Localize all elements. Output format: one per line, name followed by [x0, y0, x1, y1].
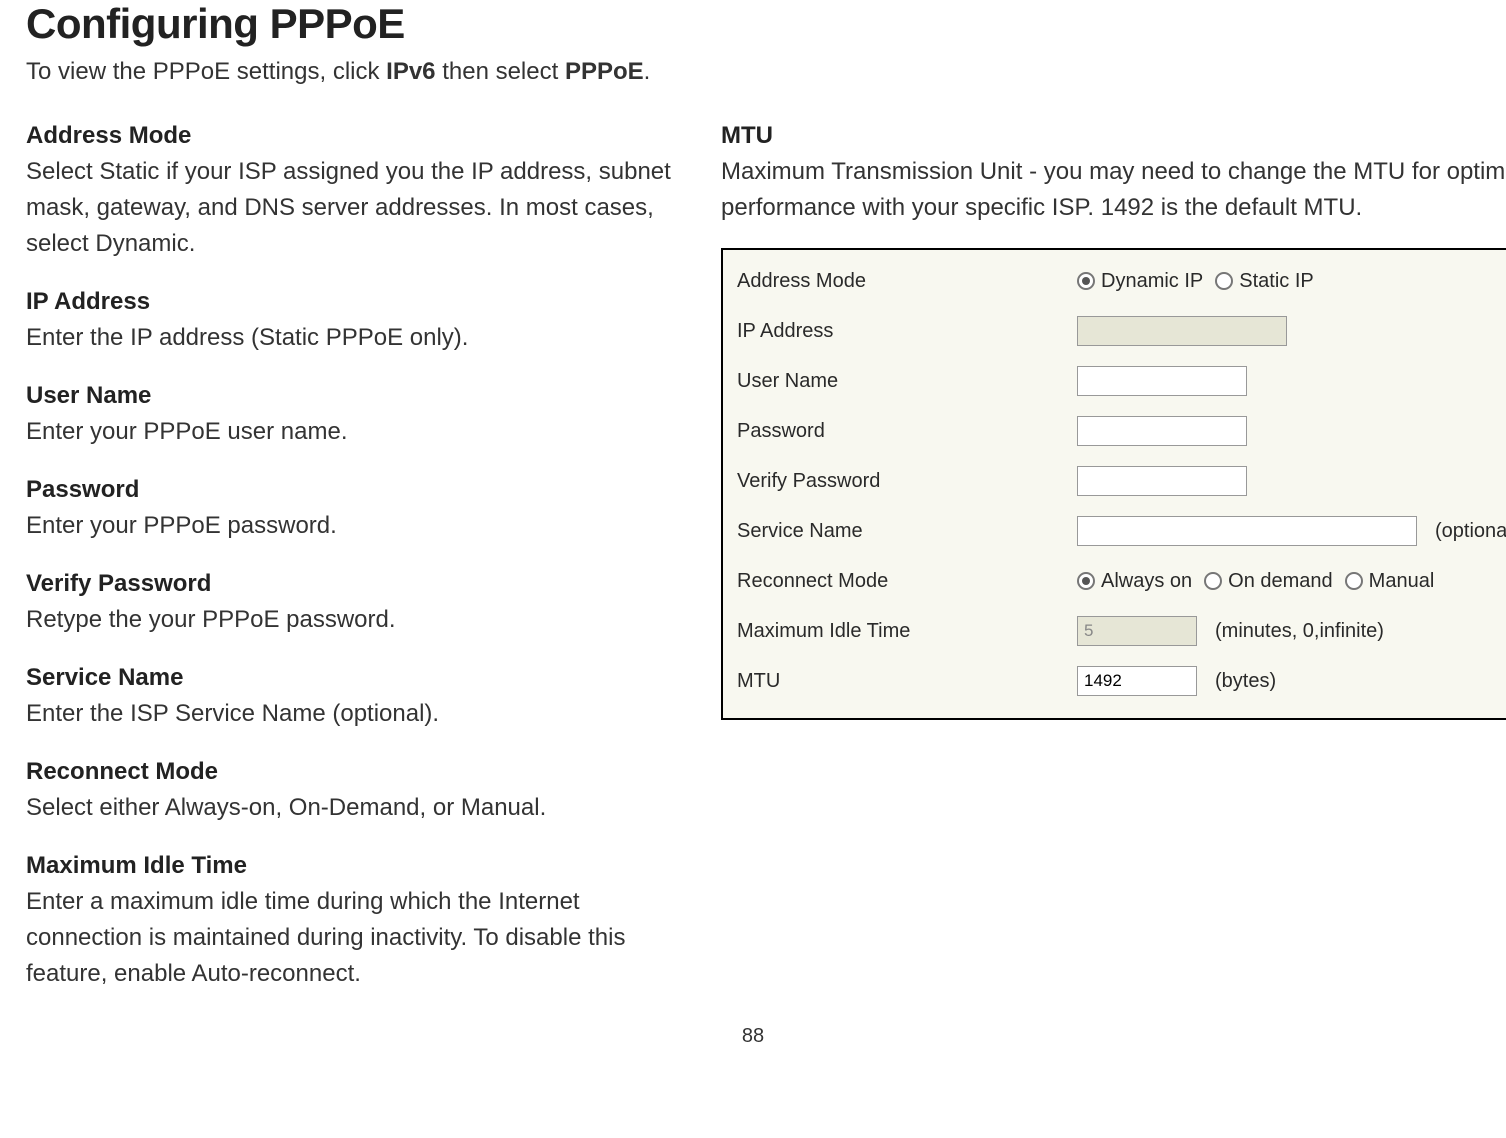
ip-address-input[interactable]: [1077, 316, 1287, 346]
password-input[interactable]: [1077, 416, 1247, 446]
def-desc: Retype the your PPPoE password.: [26, 602, 681, 638]
max-idle-suffix: (minutes, 0,infinite): [1215, 620, 1384, 643]
form-label: Password: [737, 420, 1077, 443]
form-label: Address Mode: [737, 270, 1077, 293]
page-title: Configuring PPPoE: [20, 0, 1486, 48]
radio-label-dynamic: Dynamic IP: [1101, 270, 1203, 293]
intro-mid: then select: [436, 58, 565, 85]
verify-password-input[interactable]: [1077, 466, 1247, 496]
intro-pppoe: PPPoE: [565, 58, 644, 85]
def-mtu: MTU Maximum Transmission Unit - you may …: [721, 118, 1506, 226]
def-title: Reconnect Mode: [26, 754, 681, 790]
def-service-name: Service Name Enter the ISP Service Name …: [26, 660, 681, 732]
def-desc: Enter your PPPoE password.: [26, 508, 681, 544]
def-desc: Enter your PPPoE user name.: [26, 414, 681, 450]
def-ip-address: IP Address Enter the IP address (Static …: [26, 284, 681, 356]
def-title: Address Mode: [26, 118, 681, 154]
form-label: Verify Password: [737, 470, 1077, 493]
row-address-mode: Address Mode Dynamic IP Static IP: [737, 256, 1506, 306]
row-mtu: MTU (bytes): [737, 656, 1506, 706]
def-user-name: User Name Enter your PPPoE user name.: [26, 378, 681, 450]
def-title: IP Address: [26, 284, 681, 320]
intro-text: To view the PPPoE settings, click IPv6 t…: [20, 54, 1486, 90]
radio-always-on[interactable]: [1077, 572, 1095, 590]
def-title: User Name: [26, 378, 681, 414]
radio-manual[interactable]: [1345, 572, 1363, 590]
service-name-suffix: (optional): [1435, 520, 1506, 543]
intro-ipv6: IPv6: [386, 58, 435, 85]
def-desc: Enter a maximum idle time during which t…: [26, 884, 681, 992]
radio-dynamic-ip[interactable]: [1077, 272, 1095, 290]
mtu-suffix: (bytes): [1215, 670, 1276, 693]
radio-static-ip[interactable]: [1215, 272, 1233, 290]
form-label: IP Address: [737, 320, 1077, 343]
page-number: 88: [742, 1025, 764, 1048]
row-verify-password: Verify Password: [737, 456, 1506, 506]
form-label: MTU: [737, 670, 1077, 693]
row-ip-address: IP Address: [737, 306, 1506, 356]
form-label: Service Name: [737, 520, 1077, 543]
def-verify-password: Verify Password Retype the your PPPoE pa…: [26, 566, 681, 638]
def-desc: Maximum Transmission Unit - you may need…: [721, 154, 1506, 226]
radio-on-demand[interactable]: [1204, 572, 1222, 590]
def-title: MTU: [721, 118, 1506, 154]
def-title: Service Name: [26, 660, 681, 696]
def-desc: Enter the ISP Service Name (optional).: [26, 696, 681, 732]
radio-label-manual: Manual: [1369, 570, 1435, 593]
max-idle-input[interactable]: [1077, 616, 1197, 646]
row-user-name: User Name: [737, 356, 1506, 406]
intro-prefix: To view the PPPoE settings, click: [26, 58, 386, 85]
radio-label-always: Always on: [1101, 570, 1192, 593]
row-service-name: Service Name (optional): [737, 506, 1506, 556]
row-max-idle: Maximum Idle Time (minutes, 0,infinite): [737, 606, 1506, 656]
row-reconnect-mode: Reconnect Mode Always on On demand Manua…: [737, 556, 1506, 606]
form-label: User Name: [737, 370, 1077, 393]
service-name-input[interactable]: [1077, 516, 1417, 546]
def-title: Maximum Idle Time: [26, 848, 681, 884]
def-address-mode: Address Mode Select Static if your ISP a…: [26, 118, 681, 262]
mtu-input[interactable]: [1077, 666, 1197, 696]
form-label: Maximum Idle Time: [737, 620, 1077, 643]
def-desc: Select Static if your ISP assigned you t…: [26, 154, 681, 262]
pppoe-form-screenshot: Address Mode Dynamic IP Static IP IP Add…: [721, 248, 1506, 720]
def-desc: Enter the IP address (Static PPPoE only)…: [26, 320, 681, 356]
row-password: Password: [737, 406, 1506, 456]
radio-label-ondemand: On demand: [1228, 570, 1333, 593]
def-reconnect-mode: Reconnect Mode Select either Always-on, …: [26, 754, 681, 826]
def-password: Password Enter your PPPoE password.: [26, 472, 681, 544]
radio-label-static: Static IP: [1239, 270, 1313, 293]
def-desc: Select either Always-on, On-Demand, or M…: [26, 790, 681, 826]
form-label: Reconnect Mode: [737, 570, 1077, 593]
def-title: Password: [26, 472, 681, 508]
intro-suffix: .: [644, 58, 651, 85]
def-title: Verify Password: [26, 566, 681, 602]
user-name-input[interactable]: [1077, 366, 1247, 396]
def-max-idle: Maximum Idle Time Enter a maximum idle t…: [26, 848, 681, 992]
